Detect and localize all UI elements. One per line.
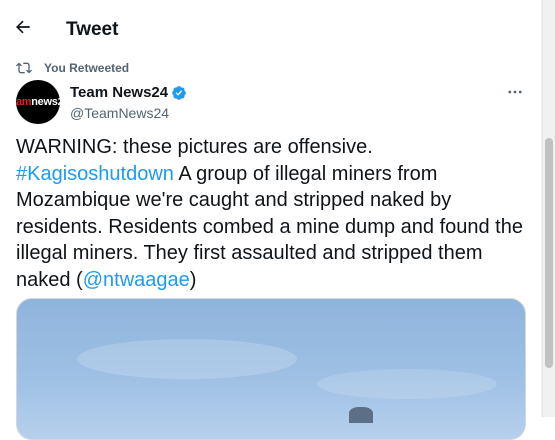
more-options-button[interactable] [502,82,528,102]
retweet-icon [16,62,32,74]
scrollbar-thumb[interactable] [545,138,553,368]
media-tree-silhouette [349,407,373,423]
media-sky-cloud [317,369,497,399]
back-button[interactable] [6,10,40,44]
more-horizontal-icon [508,90,522,94]
avatar[interactable]: teamnews24 [16,80,60,124]
scrollbar-track[interactable] [542,0,555,417]
avatar-logo-part-b: news24 [31,96,60,108]
page-title: Tweet [66,19,119,40]
avatar-logo-part-a: team [16,96,32,108]
author-block: Team News24 @TeamNews24 [70,84,187,122]
media-sky-cloud [77,339,297,379]
tweet-media-image[interactable] [16,298,526,440]
arrow-left-icon [16,20,30,34]
retweet-indicator: You Retweeted [16,60,129,76]
avatar-logo-text: teamnews24 [16,96,60,108]
author-name[interactable]: Team News24 [70,84,168,102]
verified-badge-icon [172,86,186,100]
tweet-text-part-1: WARNING: these pictures are offensive. [16,136,373,158]
mention-link[interactable]: @ntwaagae [83,269,190,291]
author-handle[interactable]: @TeamNews24 [70,104,187,122]
retweet-label: You Retweeted [44,61,130,75]
tweet-text: WARNING: these pictures are offensive. #K… [16,134,526,293]
tweet-text-part-3: ) [189,268,197,291]
author-name-row: Team News24 [70,84,187,102]
tweet-detail-column: Tweet You Retweeted teamnews24 Team News… [0,0,542,440]
hashtag-link[interactable]: #Kagisoshutdown [16,163,174,185]
page-header: Tweet [0,0,541,56]
